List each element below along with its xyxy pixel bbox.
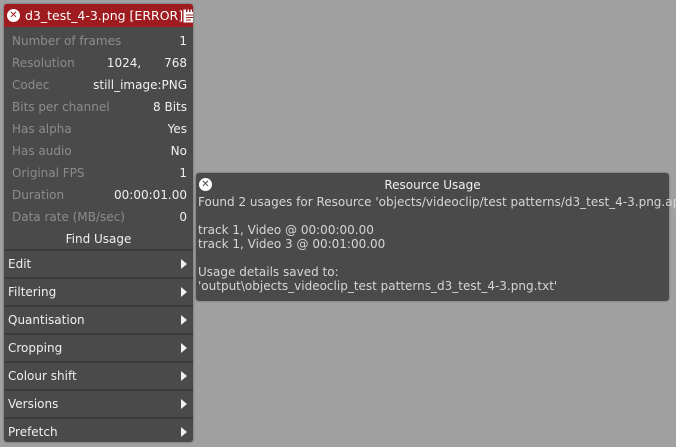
menu-item-label: Filtering — [8, 285, 57, 299]
panel-title: d3_test_4-3.png [ERROR] — [25, 8, 184, 23]
property-row: Bits per channel 8 Bits — [4, 96, 193, 118]
menu-item-label: Quantisation — [8, 313, 85, 327]
property-value: Yes — [167, 122, 187, 136]
property-label: Bits per channel — [12, 100, 110, 114]
menu-item-versions[interactable]: Versions — [4, 389, 193, 417]
chevron-right-icon — [181, 427, 187, 437]
dialog-header: ✕ Resource Usage — [196, 173, 669, 195]
menu-item-colour-shift[interactable]: Colour shift — [4, 361, 193, 389]
properties-list: Number of frames 1 Resolution 1024, 768 … — [4, 27, 193, 228]
chevron-right-icon — [181, 343, 187, 353]
property-value: still_image:PNG — [93, 78, 187, 92]
property-value: 1024, 768 — [106, 56, 187, 70]
chevron-right-icon — [181, 287, 187, 297]
property-label: Data rate (MB/sec) — [12, 210, 125, 224]
dialog-title: Resource Usage — [384, 178, 481, 192]
property-row: Codec still_image:PNG — [4, 74, 193, 96]
property-label: Original FPS — [12, 166, 85, 180]
usage-summary: Found 2 usages for Resource 'objects/vid… — [198, 195, 676, 209]
property-row: Has audio No — [4, 140, 193, 162]
property-row: Resolution 1024, 768 — [4, 52, 193, 74]
close-icon[interactable]: ✕ — [7, 9, 20, 22]
menu-item-label: Cropping — [8, 341, 63, 355]
menu-item-edit[interactable]: Edit — [4, 249, 193, 277]
property-row: Number of frames 1 — [4, 30, 193, 52]
property-label: Resolution — [12, 56, 75, 70]
menu-item-filtering[interactable]: Filtering — [4, 277, 193, 305]
resource-usage-dialog: ✕ Resource Usage Found 2 usages for Reso… — [196, 173, 676, 301]
chevron-right-icon — [181, 399, 187, 409]
property-value: 0 — [179, 210, 187, 224]
property-label: Number of frames — [12, 34, 122, 48]
panel-titlebar: ✕ d3_test_4-3.png [ERROR] — [4, 4, 193, 27]
saved-path: 'output\objects_videoclip_test patterns_… — [198, 279, 558, 293]
chevron-right-icon — [181, 315, 187, 325]
menu-item-quantisation[interactable]: Quantisation — [4, 305, 193, 333]
notes-icon[interactable] — [183, 8, 193, 23]
property-row: Duration 00:00:01.00 — [4, 184, 193, 206]
property-label: Has alpha — [12, 122, 72, 136]
close-icon[interactable]: ✕ — [199, 178, 212, 191]
property-value: 8 Bits — [153, 100, 187, 114]
property-row: Data rate (MB/sec) 0 — [4, 206, 193, 228]
property-label: Has audio — [12, 144, 72, 158]
menu-item-label: Prefetch — [8, 425, 58, 439]
property-label: Duration — [12, 188, 65, 202]
usage-entry: track 1, Video @ 00:00:00.00 — [198, 223, 374, 237]
usage-entry: track 1, Video 3 @ 00:01:00.00 — [198, 237, 386, 251]
menu-item-cropping[interactable]: Cropping — [4, 333, 193, 361]
property-value: 00:00:01.00 — [114, 188, 187, 202]
property-value: 1 — [179, 34, 187, 48]
menu-item-label: Edit — [8, 257, 32, 271]
clip-properties-panel: ✕ d3_test_4-3.png [ERROR] Number of fram… — [4, 4, 193, 442]
chevron-right-icon — [181, 259, 187, 269]
saved-label: Usage details saved to: — [198, 265, 339, 279]
dialog-body: Found 2 usages for Resource 'objects/vid… — [196, 195, 676, 293]
menu-item-prefetch[interactable]: Prefetch — [4, 417, 193, 442]
find-usage-button[interactable]: Find Usage — [4, 228, 193, 249]
property-row: Original FPS 1 — [4, 162, 193, 184]
property-value: 1 — [179, 166, 187, 180]
property-label: Codec — [12, 78, 50, 92]
property-row: Has alpha Yes — [4, 118, 193, 140]
chevron-right-icon — [181, 371, 187, 381]
menu-item-label: Versions — [8, 397, 59, 411]
property-value: No — [170, 144, 187, 158]
menu-item-label: Colour shift — [8, 369, 77, 383]
